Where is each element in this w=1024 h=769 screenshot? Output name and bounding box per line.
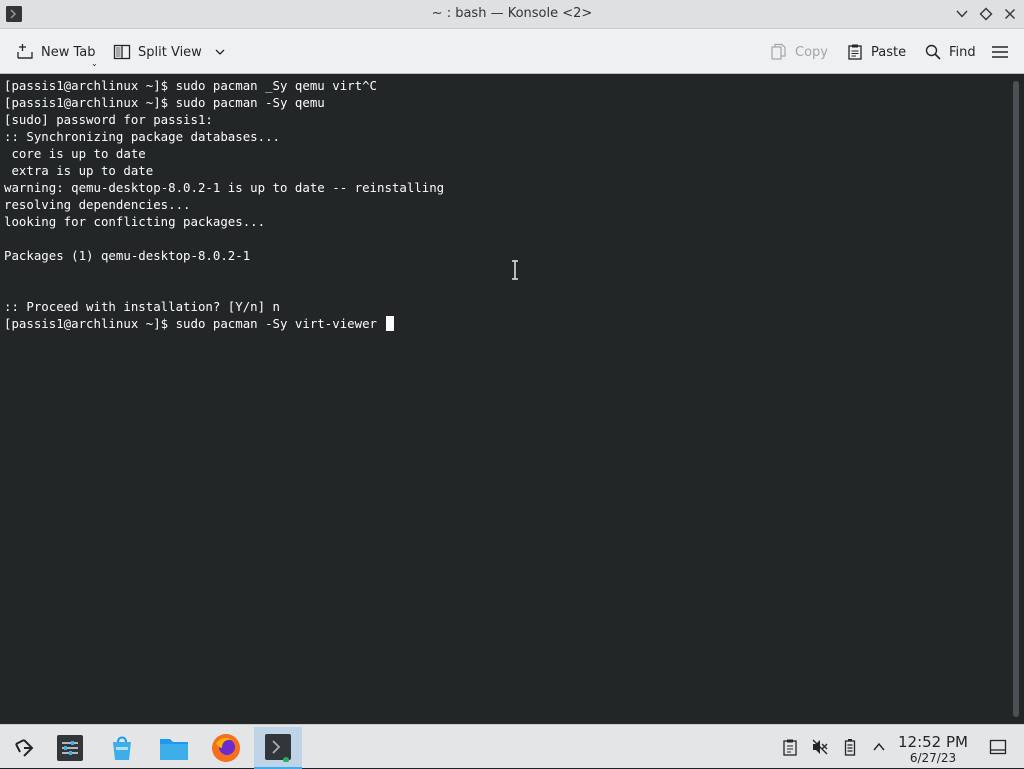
clock-time[interactable]: 12:52 PM bbox=[897, 733, 969, 751]
terminal-line: extra is up to date bbox=[4, 162, 1008, 179]
terminal-line: [passis1@archlinux ~]$ sudo pacman _Sy q… bbox=[4, 77, 1008, 94]
taskbar: 12:52 PM 6/27/23 bbox=[0, 724, 1024, 769]
window-title: ~ : bash — Konsole <2> bbox=[431, 6, 593, 21]
search-icon bbox=[925, 44, 941, 60]
terminal-line-text: resolving dependencies... bbox=[4, 197, 191, 212]
terminal-line-text: [passis1@archlinux ~]$ sudo pacman -Sy v… bbox=[4, 316, 385, 331]
terminal-line-text: warning: qemu-desktop-8.0.2-1 is up to d… bbox=[4, 180, 445, 195]
paste-icon bbox=[848, 44, 862, 60]
split-view-icon bbox=[113, 44, 131, 60]
clipboard-icon[interactable] bbox=[780, 737, 800, 757]
terminal-line-text: core is up to date bbox=[4, 146, 146, 161]
terminal-line-text: :: Proceed with installation? [Y/n] n bbox=[4, 299, 281, 314]
terminal-line: :: Synchronizing package databases... bbox=[4, 128, 1008, 145]
terminal-line-text: :: Synchronizing package databases... bbox=[4, 129, 281, 144]
konsole-window: ~ : bash — Konsole <2> New Tab ⌄ Split V… bbox=[0, 0, 1024, 724]
terminal-line: [sudo] password for passis1: bbox=[4, 111, 1008, 128]
terminal-line: looking for conflicting packages... bbox=[4, 213, 1008, 230]
maximize-icon[interactable] bbox=[976, 4, 996, 24]
scrollbar[interactable] bbox=[1008, 75, 1024, 724]
terminal-line-text: extra is up to date bbox=[4, 163, 154, 178]
discover-icon[interactable] bbox=[98, 727, 146, 769]
find-button[interactable]: Find bbox=[924, 40, 976, 64]
copy-label: Copy bbox=[795, 44, 828, 60]
text-cursor bbox=[386, 316, 395, 331]
terminal-line-text: looking for conflicting packages... bbox=[4, 214, 266, 229]
chevron-down-icon[interactable] bbox=[214, 46, 226, 58]
file-manager-icon[interactable] bbox=[150, 727, 198, 769]
minimize-icon[interactable] bbox=[952, 4, 972, 24]
terminal-line: core is up to date bbox=[4, 145, 1008, 162]
terminal-line-text: [sudo] password for passis1: bbox=[4, 112, 213, 127]
terminal-line: [passis1@archlinux ~]$ sudo pacman -Sy q… bbox=[4, 94, 1008, 111]
title-bar[interactable]: ~ : bash — Konsole <2> bbox=[0, 0, 1024, 29]
split-view-button[interactable]: Split View bbox=[113, 40, 226, 64]
scrollbar-thumb[interactable] bbox=[1013, 81, 1019, 717]
volume-muted-icon[interactable] bbox=[810, 737, 830, 757]
terminal-output[interactable]: [passis1@archlinux ~]$ sudo pacman _Sy q… bbox=[0, 75, 1008, 724]
toolbar: New Tab ⌄ Split View Copy Paste Find bbox=[0, 29, 1024, 74]
paste-label: Paste bbox=[871, 44, 907, 60]
new-tab-button[interactable]: New Tab bbox=[16, 40, 96, 64]
new-tab-label: New Tab bbox=[41, 44, 96, 60]
terminal-line-text: [passis1@archlinux ~]$ sudo pacman _Sy q… bbox=[4, 78, 377, 93]
terminal-line: warning: qemu-desktop-8.0.2-1 is up to d… bbox=[4, 179, 1008, 196]
new-tab-dropdown-icon[interactable]: ⌄ bbox=[91, 59, 98, 68]
hamburger-menu-button[interactable] bbox=[990, 40, 1017, 64]
close-icon[interactable] bbox=[1000, 4, 1020, 24]
new-tab-icon bbox=[17, 44, 33, 59]
clock-date[interactable]: 6/27/23 bbox=[897, 751, 969, 765]
battery-icon[interactable] bbox=[840, 737, 860, 757]
firefox-icon[interactable] bbox=[202, 727, 250, 769]
terminal-line: Packages (1) qemu-desktop-8.0.2-1 bbox=[4, 247, 1008, 264]
terminal-line-text: Packages (1) qemu-desktop-8.0.2-1 bbox=[4, 248, 251, 263]
tray-expand-icon[interactable] bbox=[869, 737, 889, 757]
split-view-label: Split View bbox=[138, 44, 202, 60]
paste-button[interactable]: Paste bbox=[846, 40, 906, 64]
app-launcher-icon[interactable] bbox=[0, 727, 48, 769]
copy-button[interactable]: Copy bbox=[770, 40, 828, 64]
find-label: Find bbox=[949, 44, 976, 60]
hamburger-menu-icon bbox=[992, 46, 1008, 58]
konsole-task-icon[interactable] bbox=[254, 727, 302, 769]
copy-icon bbox=[771, 43, 786, 60]
terminal-line: resolving dependencies... bbox=[4, 196, 1008, 213]
terminal-line-text: [passis1@archlinux ~]$ sudo pacman -Sy q… bbox=[4, 95, 325, 110]
ibeam-cursor-icon bbox=[512, 260, 518, 280]
terminal-line: :: Proceed with installation? [Y/n] n bbox=[4, 298, 1008, 315]
terminal-line: [passis1@archlinux ~]$ sudo pacman -Sy v… bbox=[4, 315, 1008, 332]
show-desktop-icon[interactable] bbox=[988, 737, 1008, 757]
system-settings-icon[interactable] bbox=[46, 727, 94, 769]
